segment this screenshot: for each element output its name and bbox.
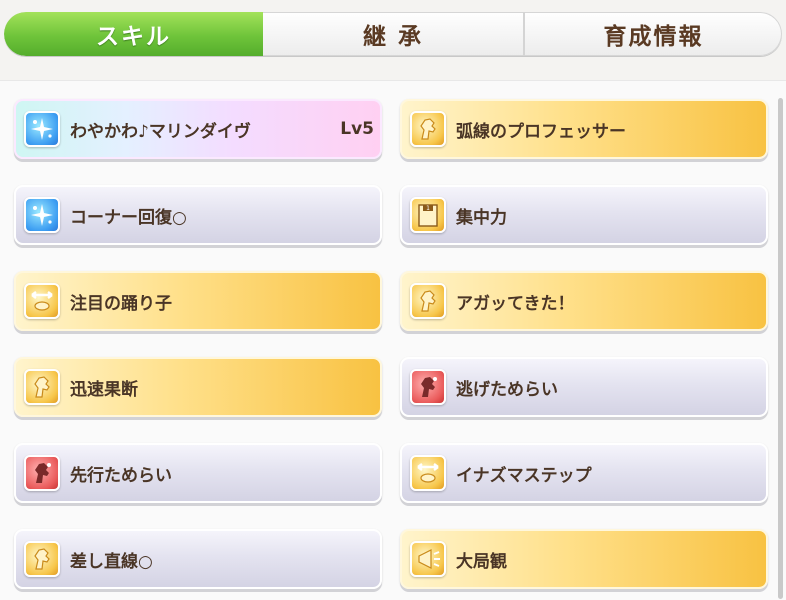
debuff-horse-icon (410, 369, 446, 405)
tab-training-info[interactable]: 育成情報 (525, 12, 782, 56)
skill-name: イナズマステップ (456, 465, 592, 486)
horse-icon (24, 369, 60, 405)
tab-bar: スキル 継 承 育成情報 (4, 12, 782, 56)
skill-name: 迅速果断 (70, 379, 138, 400)
skill-card[interactable]: 大局観 (400, 529, 768, 589)
skill-name: 集中力 (456, 207, 507, 228)
debuff-horse-icon (24, 455, 60, 491)
skill-card[interactable]: コーナー回復○ (14, 185, 382, 245)
tab-inheritance[interactable]: 継 承 (263, 12, 525, 56)
skill-card[interactable]: 差し直線○ (14, 529, 382, 589)
horseshoe-icon (410, 455, 446, 491)
skill-card[interactable]: 逃げためらい (400, 357, 768, 417)
skill-name: 先行ためらい (70, 465, 172, 486)
skill-card[interactable]: 先行ためらい (14, 443, 382, 503)
skill-name: わやかわ♪マリンダイヴ (70, 121, 251, 142)
skill-name: アガッてきた！ (456, 293, 575, 314)
tab-skills[interactable]: スキル (4, 12, 263, 56)
horse-icon (24, 541, 60, 577)
skill-level: Lv5 (340, 119, 374, 139)
skill-card[interactable]: 注目の踊り子 (14, 271, 382, 331)
gate-icon: 1 (410, 197, 446, 233)
skill-name: 注目の踊り子 (70, 293, 172, 314)
skill-card[interactable]: イナズマステップ (400, 443, 768, 503)
horse-icon (410, 283, 446, 319)
horseshoe-icon (24, 283, 60, 319)
skill-name: 差し直線○ (70, 551, 153, 572)
skill-name: 逃げためらい (456, 379, 558, 400)
skill-name: 大局観 (456, 551, 507, 572)
skill-name: 弧線のプロフェッサー (456, 121, 626, 142)
sparkle-icon (24, 197, 60, 233)
megaphone-icon (410, 541, 446, 577)
skill-name: コーナー回復○ (70, 207, 187, 228)
skill-card[interactable]: 弧線のプロフェッサー (400, 99, 768, 159)
horse-icon (410, 111, 446, 147)
skill-card[interactable]: わやかわ♪マリンダイヴ Lv5 (14, 99, 382, 159)
svg-text:1: 1 (426, 205, 430, 212)
scrollbar[interactable] (778, 98, 783, 599)
skill-card[interactable]: 迅速果断 (14, 357, 382, 417)
skill-card[interactable]: アガッてきた！ (400, 271, 768, 331)
sparkle-icon (24, 111, 60, 147)
skill-card[interactable]: 1 集中力 (400, 185, 768, 245)
